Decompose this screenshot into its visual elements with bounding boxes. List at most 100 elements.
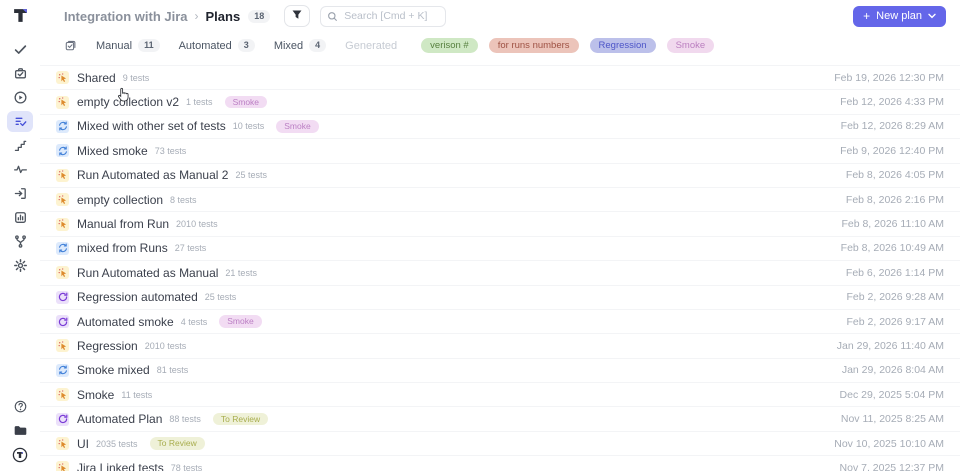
plans-list: Shared 9 tests Feb 19, 2026 12:30 PM empty … xyxy=(40,65,960,471)
tab-generated[interactable]: Generated xyxy=(345,40,397,52)
tab-count: 3 xyxy=(237,39,255,52)
mixed-plan-icon xyxy=(56,363,69,377)
plan-badge: To Review xyxy=(149,437,205,450)
plan-row[interactable]: Run Automated as Manual 21 tests Feb 6, 20… xyxy=(40,261,960,286)
plan-tests-count: 81 tests xyxy=(156,365,189,376)
pulse-icon[interactable] xyxy=(7,159,33,180)
plan-name[interactable]: empty collection v2 xyxy=(77,95,179,109)
plan-name[interactable]: empty collection xyxy=(77,193,163,207)
tab-label: Automated xyxy=(178,39,232,52)
branch-icon[interactable] xyxy=(7,231,33,252)
plan-tests-count: 73 tests xyxy=(154,145,187,156)
play-circle-icon[interactable] xyxy=(7,87,33,108)
mixed-plan-icon xyxy=(56,241,69,255)
page-title: Plans xyxy=(205,8,241,24)
plan-updated-date: Feb 8, 2026 4:05 PM xyxy=(845,169,944,182)
plan-name[interactable]: Shared xyxy=(77,71,116,85)
tag-filter[interactable]: for runs numbers xyxy=(488,37,579,54)
plan-tests-count: 9 tests xyxy=(122,72,150,83)
plan-tests-count: 27 tests xyxy=(174,243,207,254)
plan-tests-count: 78 tests xyxy=(170,462,203,471)
plan-row[interactable]: empty collection 8 tests Feb 8, 2026 2:16 … xyxy=(40,188,960,213)
plan-tests-count: 11 tests xyxy=(121,389,153,400)
plan-row[interactable]: Manual from Run 2010 tests Feb 8, 2026 11:… xyxy=(40,212,960,237)
plan-name[interactable]: Mixed with other set of tests xyxy=(77,119,226,133)
plan-name[interactable]: Smoke mixed xyxy=(77,363,150,377)
select-all-icon[interactable] xyxy=(64,39,77,52)
tab-automated[interactable]: Automated 3 xyxy=(179,39,255,52)
check-icon[interactable] xyxy=(7,39,33,60)
plans-icon[interactable] xyxy=(7,111,33,132)
new-plan-button[interactable]: + New plan xyxy=(853,5,946,27)
breadcrumb-project[interactable]: Integration with Jira xyxy=(64,9,188,24)
plan-updated-date: Feb 12, 2026 8:29 AM xyxy=(840,120,944,133)
manual-plan-icon xyxy=(56,217,69,231)
filter-button[interactable] xyxy=(284,5,311,27)
manual-plan-icon xyxy=(56,339,69,353)
manual-plan-icon xyxy=(56,71,69,85)
plan-row[interactable]: Mixed smoke 73 tests Feb 9, 2026 12:40 PM xyxy=(40,139,960,164)
plan-name[interactable]: Smoke xyxy=(77,388,114,402)
plan-row[interactable]: Smoke 11 tests Dec 29, 2025 5:04 PM xyxy=(40,383,960,408)
plan-name[interactable]: mixed from Runs xyxy=(77,241,168,255)
briefcase-check-icon[interactable] xyxy=(7,63,33,84)
plan-row[interactable]: Regression 2010 tests Jan 29, 2026 11:40 A… xyxy=(40,334,960,359)
plan-name[interactable]: Automated smoke xyxy=(77,315,174,329)
plan-row[interactable]: Automated smoke 4 tests Smoke Feb 2, 2026 9… xyxy=(40,310,960,335)
plan-row[interactable]: Jira Linked tests 78 tests Nov 7, 2025 12:… xyxy=(40,456,960,471)
filter-tabs: Manual 11 Automated 3 Mixed 4 Generated xyxy=(96,32,397,59)
import-icon[interactable] xyxy=(7,183,33,204)
plan-tests-count: 88 tests xyxy=(169,414,201,425)
manual-plan-icon xyxy=(56,388,69,402)
tag-filter[interactable]: Smoke xyxy=(666,37,715,54)
plan-name[interactable]: Regression xyxy=(77,339,138,353)
tab-mixed[interactable]: Mixed 4 xyxy=(274,39,327,52)
automated-plan-icon xyxy=(56,315,69,329)
automated-plan-icon xyxy=(56,290,69,304)
plan-name[interactable]: Run Automated as Manual xyxy=(77,266,218,280)
plan-updated-date: Jan 29, 2026 11:40 AM xyxy=(836,339,944,352)
plan-name[interactable]: Mixed smoke xyxy=(77,144,148,158)
tag-filter[interactable]: Regression xyxy=(589,37,656,54)
gear-icon[interactable] xyxy=(7,255,33,276)
plan-updated-date: Feb 8, 2026 2:16 PM xyxy=(845,193,944,206)
avatar-logo-icon[interactable] xyxy=(7,444,33,465)
plan-updated-date: Feb 9, 2026 12:40 PM xyxy=(840,144,944,157)
new-plan-label: New plan xyxy=(876,10,922,22)
plan-row[interactable]: Shared 9 tests Feb 19, 2026 12:30 PM xyxy=(40,66,960,91)
folder-icon[interactable] xyxy=(7,420,33,441)
manual-plan-icon xyxy=(56,266,69,280)
stairs-icon[interactable] xyxy=(7,135,33,156)
plan-updated-date: Jan 29, 2026 8:04 AM xyxy=(841,364,944,377)
tab-manual[interactable]: Manual 11 xyxy=(96,39,160,52)
tag-filter[interactable]: verison # xyxy=(421,37,478,54)
plan-name[interactable]: Run Automated as Manual 2 xyxy=(77,168,228,182)
plan-updated-date: Nov 7, 2025 12:37 PM xyxy=(839,461,944,471)
report-chart-icon[interactable] xyxy=(7,207,33,228)
plan-badge: Smoke xyxy=(224,95,268,109)
plan-row[interactable]: Run Automated as Manual 2 25 tests Feb 8, … xyxy=(40,164,960,188)
tab-count: 4 xyxy=(309,39,327,52)
plan-tests-count: 2010 tests xyxy=(176,219,218,230)
plan-row[interactable]: Regression automated 25 tests Feb 2, 2026 … xyxy=(40,286,960,310)
search-input[interactable] xyxy=(320,5,447,27)
plan-row[interactable]: Smoke mixed 81 tests Jan 29, 2026 8:04 AM xyxy=(40,359,960,384)
filter-tags: verison # for runs numbers Regression Smoke xyxy=(421,37,715,54)
plan-name[interactable]: Regression automated xyxy=(77,290,198,304)
plan-row[interactable]: Automated Plan 88 tests To Review Nov 11, 2… xyxy=(40,407,960,432)
plan-name[interactable]: Manual from Run xyxy=(77,217,169,231)
app-logo[interactable] xyxy=(10,5,30,25)
plan-name[interactable]: Jira Linked tests xyxy=(77,461,164,471)
plan-row[interactable]: Mixed with other set of tests 10 tests Smo… xyxy=(40,115,960,140)
search-box xyxy=(320,5,447,27)
plan-updated-date: Feb 19, 2026 12:30 PM xyxy=(834,71,944,84)
help-icon[interactable] xyxy=(7,396,33,417)
plan-name[interactable]: UI xyxy=(77,437,89,451)
plan-updated-date: Feb 8, 2026 11:10 AM xyxy=(841,218,944,231)
plans-count-badge: 18 xyxy=(248,9,271,23)
plan-name[interactable]: Automated Plan xyxy=(77,412,162,426)
plan-row[interactable]: UI 2035 tests To Review Nov 10, 2025 10:10 … xyxy=(40,432,960,457)
plan-row[interactable]: empty collection v2 1 tests Smoke Feb 12, 2… xyxy=(40,90,960,115)
manual-plan-icon xyxy=(56,461,69,471)
plan-row[interactable]: mixed from Runs 27 tests Feb 8, 2026 10:49… xyxy=(40,237,960,262)
